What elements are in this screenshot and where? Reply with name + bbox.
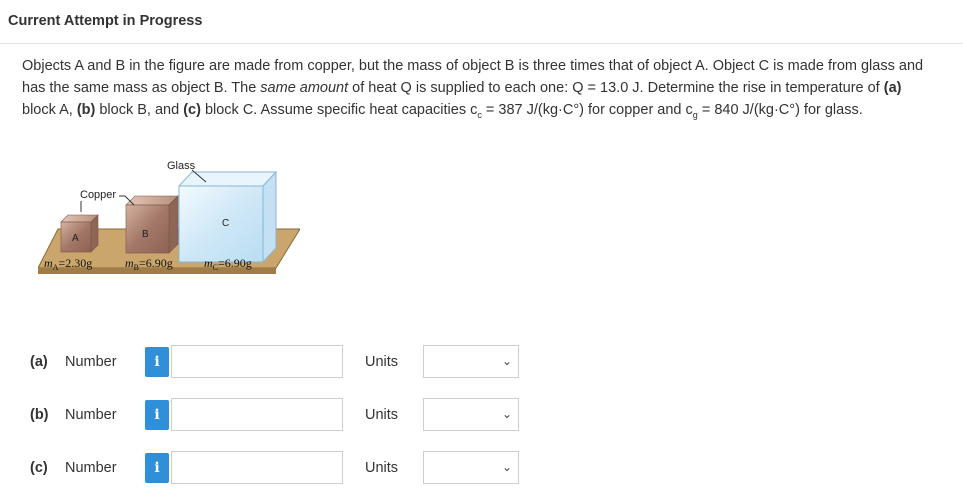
- label-block-b: B: [142, 229, 149, 240]
- answer-row-b: (b) Number i Units ⌄: [0, 398, 963, 432]
- units-label: Units: [365, 354, 399, 370]
- page-header: Current Attempt in Progress: [0, 0, 963, 44]
- question-text-part: block C. Assume specific heat capacities…: [200, 102, 478, 118]
- chevron-down-icon: ⌄: [501, 460, 512, 474]
- units-label: Units: [365, 460, 399, 476]
- blocks-figure: Glass Copper A B C mA=2.30g mB=6.90g mC=…: [38, 160, 300, 274]
- label-glass: Glass: [167, 160, 196, 172]
- copper-block-a: [60, 214, 99, 253]
- page-title: Current Attempt in Progress: [8, 13, 203, 29]
- part-label: (b): [30, 407, 49, 423]
- part-label: (c): [30, 460, 48, 476]
- question-text-part: block A,: [22, 102, 77, 118]
- glass-block-c: [177, 170, 278, 264]
- part-label: (a): [30, 354, 48, 370]
- number-input-c[interactable]: [171, 451, 343, 484]
- label-copper: Copper: [80, 189, 116, 201]
- units-label: Units: [365, 407, 399, 423]
- info-icon[interactable]: i: [145, 453, 169, 483]
- mass-c-label: mC=6.90g: [204, 256, 252, 272]
- mass-a-label: mA=2.30g: [44, 256, 92, 272]
- question-text-part: of heat Q is supplied to each one: Q = 1…: [348, 80, 884, 96]
- part-b-ref: (b): [76, 102, 96, 118]
- info-icon[interactable]: i: [145, 347, 169, 377]
- number-input-a[interactable]: [171, 345, 343, 378]
- question-text: Objects A and B in the figure are made f…: [22, 55, 927, 126]
- number-input-b[interactable]: [171, 398, 343, 431]
- question-text-part: block B, and: [95, 102, 184, 118]
- units-select-c[interactable]: ⌄: [423, 451, 519, 484]
- chevron-down-icon: ⌄: [501, 407, 512, 421]
- mass-b-label: mB=6.90g: [125, 256, 173, 272]
- info-icon[interactable]: i: [145, 400, 169, 430]
- chevron-down-icon: ⌄: [501, 354, 512, 368]
- part-c-ref: (c): [183, 102, 201, 118]
- question-emphasis: same amount: [260, 80, 349, 96]
- question-text-part: = 840 J/(kg·C°) for glass.: [697, 102, 863, 118]
- label-block-a: A: [72, 233, 79, 244]
- units-select-a[interactable]: ⌄: [423, 345, 519, 378]
- question-text-part: = 387 J/(kg·C°) for copper and c: [481, 102, 693, 118]
- number-label: Number: [65, 407, 117, 423]
- units-select-b[interactable]: ⌄: [423, 398, 519, 431]
- answer-row-a: (a) Number i Units ⌄: [0, 345, 963, 379]
- label-block-c: C: [222, 218, 229, 229]
- number-label: Number: [65, 460, 117, 476]
- number-label: Number: [65, 354, 117, 370]
- answer-row-c: (c) Number i Units ⌄: [0, 451, 963, 485]
- part-a-ref: (a): [883, 80, 902, 96]
